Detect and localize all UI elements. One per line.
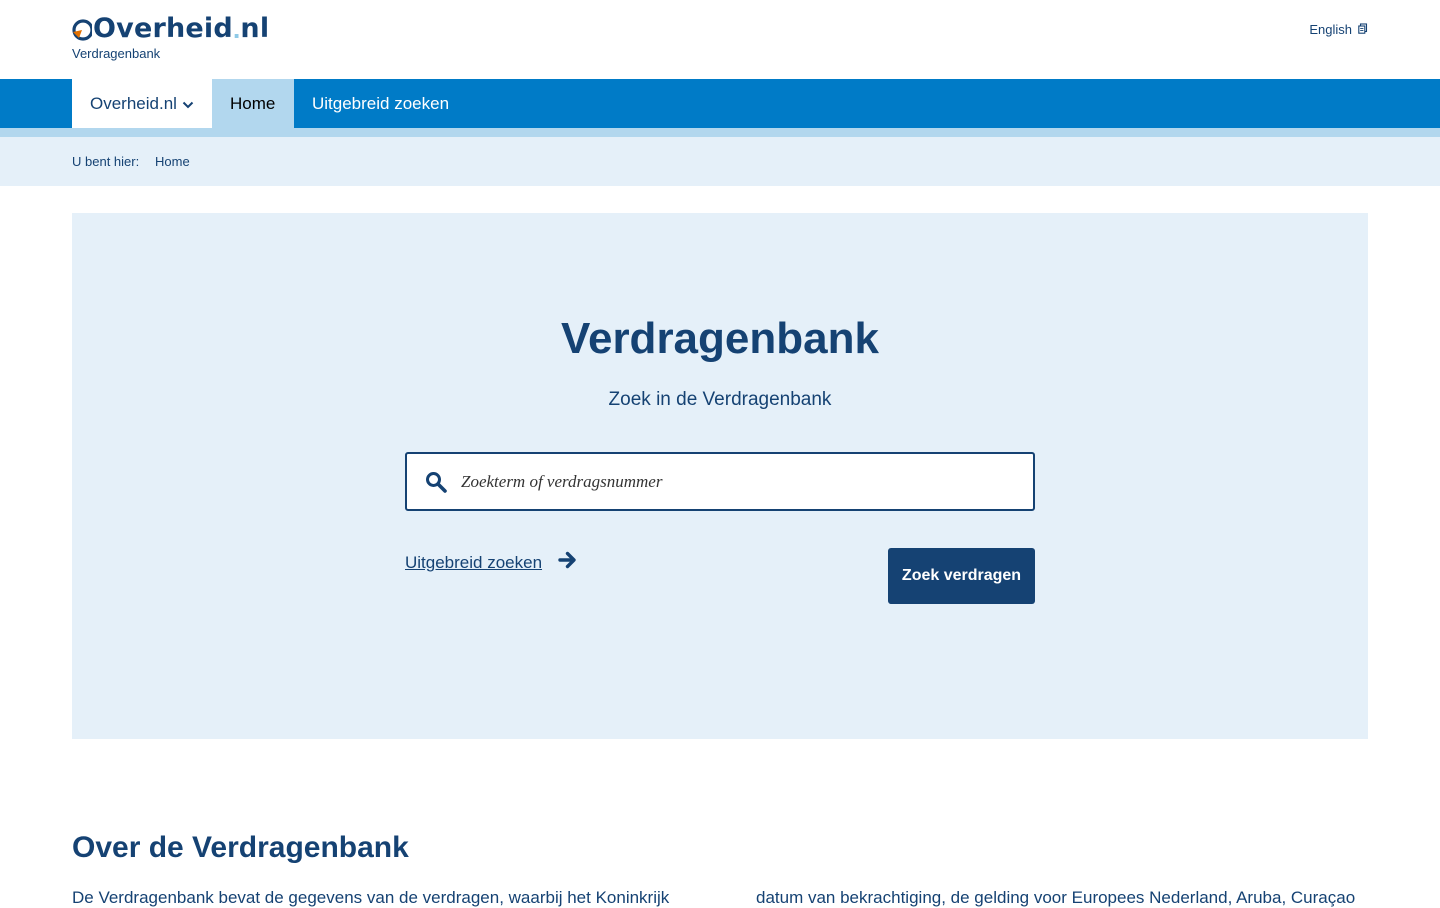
about-text-left: De Verdragenbank bevat de gegevens van d… — [72, 888, 670, 907]
nav-item-uitgebreid-zoeken[interactable]: Uitgebreid zoeken — [294, 79, 467, 128]
nav-item-label: Uitgebreid zoeken — [312, 93, 450, 113]
chevron-down-icon — [182, 94, 194, 114]
advanced-search-label: Uitgebreid zoeken — [405, 552, 543, 572]
nav-item-home[interactable]: Home — [212, 79, 294, 128]
search-subtitle: Zoek in de Verdragenbank — [608, 389, 832, 410]
breadcrumb: U bent hier: Home — [0, 137, 1440, 186]
logo-tld: nl — [240, 13, 270, 44]
nav-item-label: Home — [230, 93, 276, 113]
search-hero: Verdragenbank Zoek in de Verdragenbank U… — [72, 213, 1368, 739]
arrow-right-icon — [558, 551, 578, 574]
site-header: Overheid . nl Verdragenbank English — [0, 0, 1440, 79]
page-title: Verdragenbank — [561, 314, 879, 363]
logo-mark-icon — [72, 14, 94, 44]
breadcrumb-item-home[interactable]: Home — [155, 154, 190, 169]
search-submit-button[interactable]: Zoek verdragen — [888, 548, 1035, 604]
breadcrumb-label: U bent hier: — [72, 154, 140, 169]
nav-item-label: Overheid.nl — [90, 93, 177, 113]
logo-word: Overheid — [93, 13, 233, 44]
site-name: Verdragenbank — [72, 46, 161, 61]
search-box — [405, 452, 1035, 511]
nav-item-overheid[interactable]: Overheid.nl — [72, 79, 212, 128]
advanced-search-link[interactable]: Uitgebreid zoeken — [405, 551, 578, 574]
external-link-icon — [1358, 22, 1368, 37]
main-nav: Overheid.nl Home Uitgebreid zoeken — [0, 79, 1440, 128]
about-text-right: datum van bekrachtiging, de gelding voor… — [756, 888, 1356, 907]
language-label: English — [1309, 22, 1352, 37]
overheid-logo[interactable]: Overheid . nl — [72, 10, 269, 44]
language-switch-link[interactable]: English — [1309, 22, 1368, 37]
search-icon — [425, 471, 447, 493]
about-heading: Over de Verdragenbank — [72, 831, 409, 864]
search-input[interactable] — [461, 454, 1021, 509]
nav-underline — [0, 128, 1440, 137]
logo-dot: . — [232, 14, 241, 44]
